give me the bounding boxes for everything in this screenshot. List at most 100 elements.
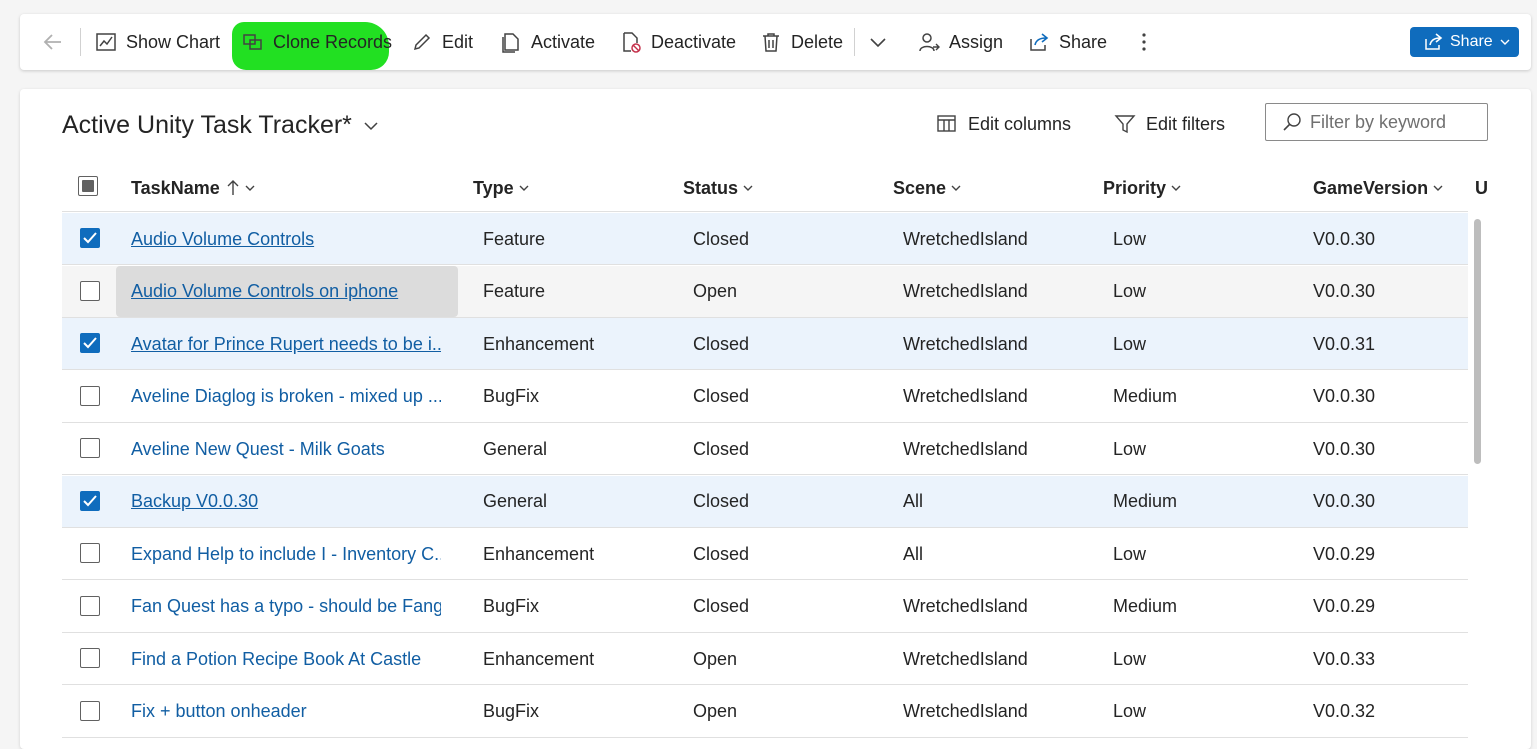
table-row[interactable]: Avatar for Prince Rupert needs to be i..… xyxy=(62,318,1468,370)
grid-panel: Active Unity Task Tracker* Edit columns … xyxy=(20,89,1531,749)
sort-ascending-icon xyxy=(227,180,239,195)
row-checkbox[interactable] xyxy=(80,280,100,301)
scene-cell: WretchedIsland xyxy=(903,281,1028,301)
column-header-gameversion[interactable]: GameVersion xyxy=(1313,165,1444,211)
row-checkbox[interactable] xyxy=(80,438,100,458)
task-name-link[interactable]: Find a Potion Recipe Book At Castle xyxy=(131,633,441,685)
task-name-link[interactable]: Expand Help to include I - Inventory C..… xyxy=(131,528,441,580)
status-cell: Closed xyxy=(693,228,750,249)
gameversion-cell: V0.0.29 xyxy=(1313,543,1376,564)
delete-button[interactable]: Delete xyxy=(760,14,843,70)
status-cell: Closed xyxy=(693,543,750,564)
table-row[interactable]: Find a Potion Recipe Book At Castle Enhan… xyxy=(62,633,1468,685)
task-name-link[interactable]: Aveline Diaglog is broken - mixed up ... xyxy=(131,371,441,423)
type-cell: Feature xyxy=(483,281,546,301)
row-checkbox[interactable] xyxy=(80,700,100,721)
gameversion-cell: V0.0.30 xyxy=(1313,386,1376,406)
task-name-link[interactable]: Fan Quest has a typo - should be Fang xyxy=(131,581,441,633)
row-checkbox[interactable] xyxy=(80,648,100,668)
filter-keyword-input[interactable]: Filter by keyword xyxy=(1265,103,1488,141)
type-cell: Feature xyxy=(483,228,546,249)
row-checkbox[interactable] xyxy=(80,595,100,616)
vertical-scrollbar[interactable] xyxy=(1474,219,1481,464)
column-header-status[interactable]: Status xyxy=(683,165,754,211)
table-row[interactable]: Fan Quest has a typo - should be Fang Bug… xyxy=(62,581,1468,633)
share-primary-label: Share xyxy=(1450,33,1493,50)
back-arrow-icon xyxy=(43,34,61,50)
table-row[interactable]: Audio Volume Controls on iphone Feature Op… xyxy=(62,265,1468,318)
table-row[interactable]: Backup V0.0.30 General Closed All Medium V0.0… xyxy=(62,475,1468,528)
table-row[interactable]: Expand Help to include I - Inventory C..… xyxy=(62,528,1468,580)
column-header-taskname[interactable]: TaskName xyxy=(131,165,256,211)
activate-icon xyxy=(502,33,519,53)
edit-filters-button[interactable]: Edit filters xyxy=(1114,113,1225,135)
scene-cell: All xyxy=(903,491,924,511)
row-checkbox[interactable] xyxy=(80,333,100,353)
chevron-down-icon xyxy=(245,185,255,191)
task-name-link[interactable]: Aveline New Quest - Milk Goats xyxy=(131,423,441,475)
assign-button[interactable]: Assign xyxy=(918,14,1003,70)
table-row[interactable]: Aveline New Quest - Milk Goats General Clo… xyxy=(62,423,1468,475)
show-chart-button[interactable]: Show Chart xyxy=(95,14,220,70)
share-icon xyxy=(1425,33,1443,50)
type-cell: BugFix xyxy=(483,386,540,406)
row-checkbox[interactable] xyxy=(80,490,100,511)
priority-cell: Low xyxy=(1113,333,1147,354)
select-all-checkbox[interactable] xyxy=(78,176,98,196)
type-cell: General xyxy=(483,491,548,511)
delete-label: Delete xyxy=(791,31,844,52)
task-name-link[interactable]: Avatar for Prince Rupert needs to be i..… xyxy=(131,318,441,370)
status-cell: Closed xyxy=(693,333,750,354)
row-checkbox[interactable] xyxy=(80,228,100,248)
table-row[interactable]: Audio Volume Controls Feature Closed Wretch… xyxy=(62,213,1468,265)
clone-records-button[interactable]: Clone Records xyxy=(242,14,392,70)
row-checkbox[interactable] xyxy=(80,543,100,563)
task-name-link[interactable]: Fix + button onheader xyxy=(131,686,441,738)
task-name-link[interactable]: Audio Volume Controls on iphone xyxy=(131,266,441,318)
activate-label: Activate xyxy=(531,31,596,52)
view-selector[interactable]: Active Unity Task Tracker* xyxy=(62,111,380,140)
command-bar: Show Chart Clone Records Edit Activate D… xyxy=(20,14,1531,70)
column-header-priority[interactable]: Priority xyxy=(1103,165,1182,211)
edit-button[interactable]: Edit xyxy=(411,14,473,70)
status-cell: Open xyxy=(693,701,738,721)
task-name-link[interactable]: Audio Volume Controls xyxy=(131,213,441,265)
edit-columns-button[interactable]: Edit columns xyxy=(936,113,1071,135)
gameversion-cell: V0.0.30 xyxy=(1313,491,1376,511)
scene-cell: All xyxy=(903,543,924,564)
table-row[interactable]: Fix + button onheader BugFix Open WretchedI… xyxy=(62,686,1468,738)
priority-cell: Low xyxy=(1113,701,1147,721)
back-button[interactable] xyxy=(42,14,73,70)
row-checkbox[interactable] xyxy=(80,385,100,406)
deactivate-label: Deactivate xyxy=(651,31,737,52)
assign-label: Assign xyxy=(949,31,1004,52)
clone-records-label: Clone Records xyxy=(273,31,393,52)
more-commands-dropdown[interactable] xyxy=(868,14,897,70)
priority-cell: Low xyxy=(1113,543,1147,564)
checkmark-icon xyxy=(83,494,97,506)
gameversion-cell: V0.0.31 xyxy=(1313,333,1376,354)
clone-icon xyxy=(243,34,262,50)
filter-icon xyxy=(1114,115,1136,134)
column-header-partial[interactable]: Ur xyxy=(1475,165,1489,211)
status-cell: Open xyxy=(693,648,738,669)
task-name-link[interactable]: Backup V0.0.30 xyxy=(131,476,441,528)
deactivate-button[interactable]: Deactivate xyxy=(620,14,736,70)
share-button[interactable]: Share xyxy=(1028,14,1107,70)
priority-cell: Low xyxy=(1113,438,1147,459)
share-primary-button[interactable]: Share xyxy=(1410,27,1519,57)
share-icon xyxy=(1030,33,1049,51)
activate-button[interactable]: Activate xyxy=(500,14,595,70)
overflow-menu-button[interactable] xyxy=(1136,14,1161,70)
table-row[interactable]: Aveline Diaglog is broken - mixed up ...… xyxy=(62,371,1468,423)
gameversion-cell: V0.0.30 xyxy=(1313,438,1376,459)
status-cell: Closed xyxy=(693,596,750,616)
view-title: Active Unity Task Tracker* xyxy=(62,111,352,139)
type-cell: BugFix xyxy=(483,596,540,616)
column-header-scene[interactable]: Scene xyxy=(893,165,962,211)
chevron-down-icon xyxy=(1500,39,1510,45)
column-header-type[interactable]: Type xyxy=(473,165,530,211)
gameversion-cell: V0.0.33 xyxy=(1313,648,1376,669)
scene-cell: WretchedIsland xyxy=(903,596,1028,616)
search-icon xyxy=(1283,113,1301,131)
